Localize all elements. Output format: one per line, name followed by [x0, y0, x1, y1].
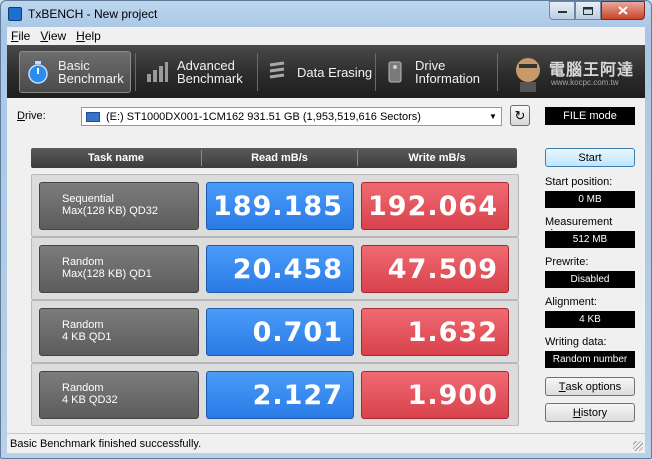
table-row: Sequential Max(128 KB) QD32 189.185 192.0… — [31, 174, 519, 237]
mode-toolbar: Basic Benchmark Advanced Benchmark Data Er… — [7, 45, 645, 98]
logo-url: www.kocpc.com.tw — [551, 78, 619, 87]
tab-divider — [375, 53, 376, 91]
app-icon — [8, 7, 22, 21]
tab-drive-label: Drive Information — [415, 58, 481, 86]
read-value: 2.127 — [206, 371, 354, 419]
read-value: 20.458 — [206, 245, 354, 293]
tab-divider — [497, 53, 498, 91]
logo-text: 電腦王阿達 — [549, 62, 635, 79]
title-bar[interactable]: TxBENCH - New project — [1, 1, 651, 27]
minimize-button[interactable] — [549, 1, 575, 20]
mode-indicator: FILE mode — [545, 107, 635, 125]
menu-view[interactable]: View — [36, 29, 72, 43]
hard-drive-icon — [86, 111, 100, 122]
writing-data-label: Writing data: — [545, 336, 607, 348]
menu-bar: File View Help — [7, 27, 645, 45]
start-position-value: 0 MB — [545, 191, 635, 208]
close-icon — [618, 6, 628, 15]
write-value: 192.064 — [361, 182, 509, 230]
task-button-rnd-4k-qd32[interactable]: Random 4 KB QD32 — [39, 371, 199, 419]
menu-help[interactable]: Help — [72, 29, 107, 43]
read-value: 0.701 — [206, 308, 354, 356]
tab-advanced-label: Advanced Benchmark — [177, 58, 243, 86]
tab-divider — [257, 53, 258, 91]
task-button-seq-qd32[interactable]: Sequential Max(128 KB) QD32 — [39, 182, 199, 230]
refresh-button[interactable]: ↻ — [510, 105, 530, 126]
table-row: Random 4 KB QD32 2.127 1.900 — [31, 363, 519, 426]
tab-advanced-benchmark[interactable]: Advanced Benchmark — [139, 51, 259, 93]
tab-drive-information[interactable]: Drive Information — [377, 51, 497, 93]
header-task: Task name — [87, 152, 145, 164]
drive-select-value: (E:) ST1000DX001-1CM162 931.51 GB (1,953… — [106, 110, 421, 123]
app-window: TxBENCH - New project File View Help Bas… — [0, 0, 652, 459]
eraser-icon — [265, 60, 289, 84]
task-button-rnd-4k-qd1[interactable]: Random 4 KB QD1 — [39, 308, 199, 356]
measurement-size-value: 512 MB — [545, 231, 635, 248]
read-value: 189.185 — [206, 182, 354, 230]
mascot-icon — [516, 58, 540, 92]
bar-chart-icon — [145, 60, 169, 84]
start-button[interactable]: Start — [545, 148, 635, 167]
table-header: Task name Read mB/s Write mB/s — [31, 148, 517, 168]
resize-grip-icon[interactable] — [633, 441, 643, 451]
drive-info-icon — [383, 60, 407, 84]
tab-basic-label: Basic Benchmark — [58, 58, 124, 86]
status-text: Basic Benchmark finished successfully. — [10, 437, 202, 450]
write-value: 1.900 — [361, 371, 509, 419]
minimize-icon — [557, 10, 567, 13]
close-button[interactable] — [601, 1, 645, 20]
results-table: Task name Read mB/s Write mB/s Sequentia… — [31, 146, 519, 432]
main-panel: Drive: (E:) ST1000DX001-1CM162 931.51 GB… — [7, 98, 645, 433]
writing-data-value: Random number — [545, 351, 635, 368]
alignment-label: Alignment: — [545, 296, 597, 308]
maximize-icon — [583, 6, 593, 15]
tab-divider — [135, 53, 136, 91]
drive-select[interactable]: (E:) ST1000DX001-1CM162 931.51 GB (1,953… — [81, 107, 502, 126]
header-write: Write mB/s — [408, 152, 466, 164]
tab-basic-benchmark[interactable]: Basic Benchmark — [19, 51, 131, 93]
write-value: 47.509 — [361, 245, 509, 293]
write-value: 1.632 — [361, 308, 509, 356]
stopwatch-icon — [26, 60, 50, 84]
maximize-button[interactable] — [575, 1, 601, 20]
status-bar: Basic Benchmark finished successfully. — [7, 433, 645, 453]
table-row: Random 4 KB QD1 0.701 1.632 — [31, 300, 519, 363]
drive-label: Drive: — [17, 110, 46, 122]
tab-data-erasing[interactable]: Data Erasing — [259, 51, 377, 93]
history-button[interactable]: History — [545, 403, 635, 422]
window-controls — [549, 1, 645, 20]
menu-file[interactable]: File — [7, 29, 36, 43]
prewrite-label: Prewrite: — [545, 256, 589, 268]
table-row: Random Max(128 KB) QD1 20.458 47.509 — [31, 237, 519, 300]
prewrite-value: Disabled — [545, 271, 635, 288]
task-options-button[interactable]: Task options — [545, 377, 635, 396]
header-read: Read mB/s — [251, 152, 308, 164]
tab-erasing-label: Data Erasing — [297, 64, 373, 80]
task-button-rnd-max-qd1[interactable]: Random Max(128 KB) QD1 — [39, 245, 199, 293]
refresh-icon: ↻ — [514, 107, 526, 123]
window-title: TxBENCH - New project — [28, 7, 158, 21]
chevron-down-icon[interactable]: ▼ — [485, 108, 501, 125]
start-position-label: Start position: — [545, 176, 613, 188]
alignment-value: 4 KB — [545, 311, 635, 328]
watermark-logo: 電腦王阿達 www.kocpc.com.tw — [507, 48, 642, 95]
